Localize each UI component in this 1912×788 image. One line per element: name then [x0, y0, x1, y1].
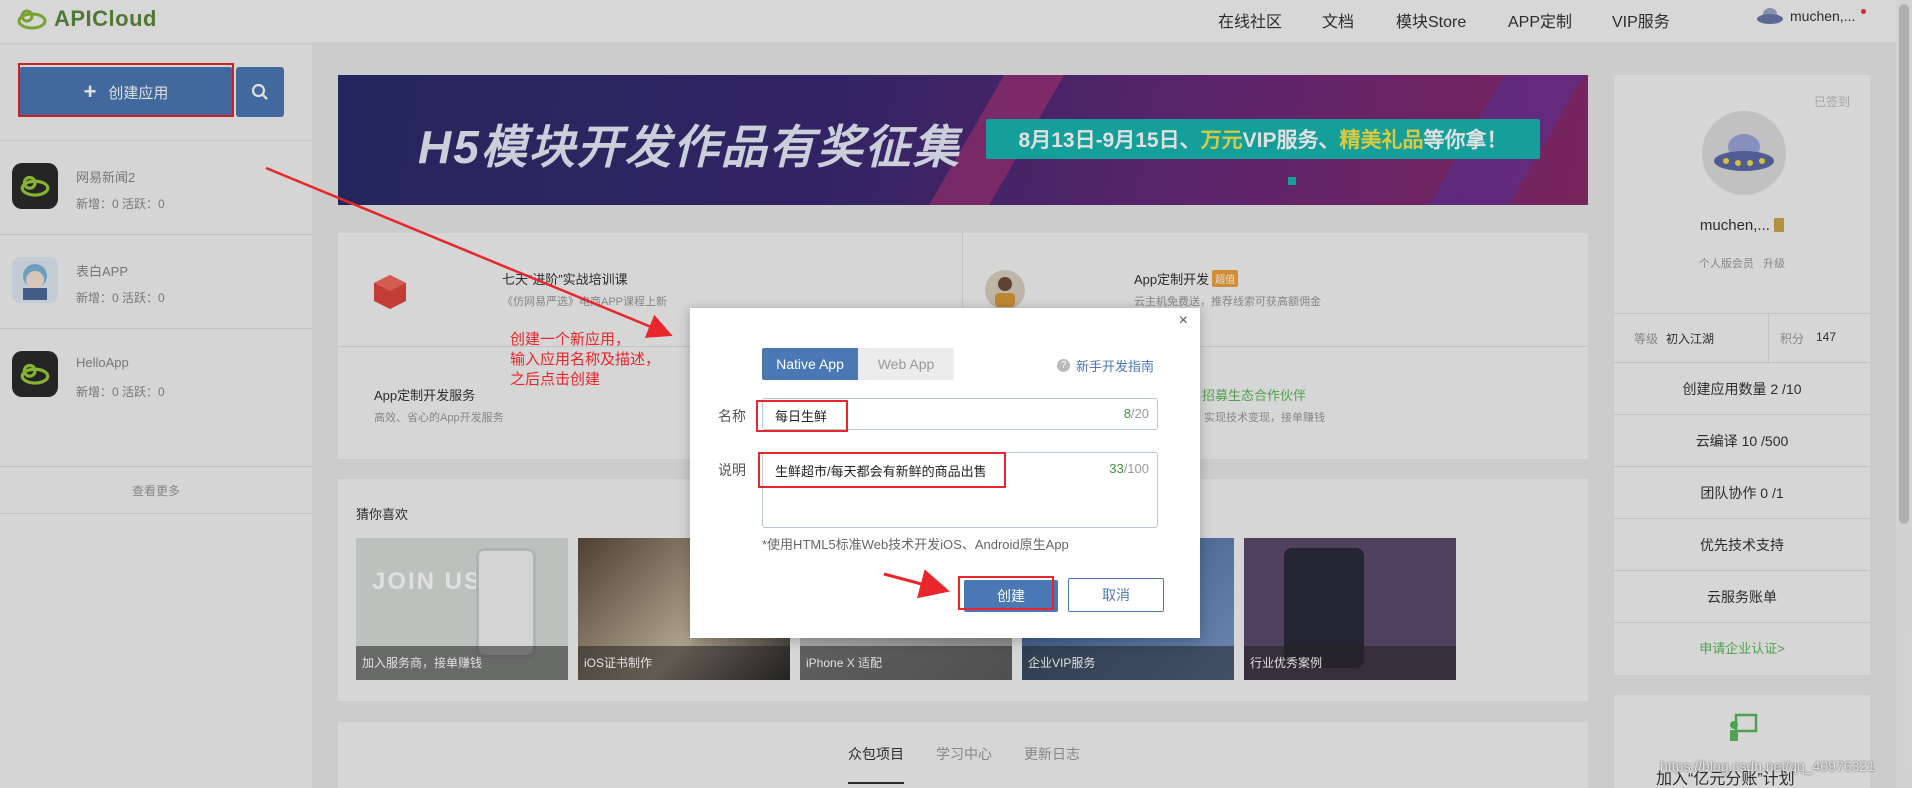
annotation-line: 创建一个新应用，: [510, 331, 631, 348]
guide-text: 新手开发指南: [1075, 359, 1154, 374]
name-counter: 8/20: [1124, 406, 1149, 421]
highlight-desc-field: [758, 452, 1006, 488]
name-count: 8: [1123, 406, 1131, 421]
highlight-create-btn: [958, 576, 1054, 610]
desc-label: 说明: [718, 462, 746, 478]
cancel-button[interactable]: 取消: [1068, 578, 1164, 612]
highlight-name-field: [756, 400, 848, 432]
annotation-note: 创建一个新应用， 输入应用名称及描述， 之后点击创建: [510, 330, 660, 390]
name-max: /20: [1130, 406, 1149, 421]
annotation-line: 输入应用名称及描述，: [510, 351, 661, 368]
close-icon[interactable]: ×: [1179, 312, 1188, 330]
tab-web-app[interactable]: Web App: [858, 348, 954, 380]
annotation-line: 之后点击创建: [510, 371, 601, 388]
desc-count: 33: [1109, 461, 1124, 476]
desc-max: /100: [1123, 461, 1149, 476]
question-icon: ?: [1056, 359, 1070, 372]
name-label: 名称: [718, 408, 746, 424]
tech-hint: *使用HTML5标准Web技术开发iOS、Android原生App: [762, 537, 1069, 552]
dev-guide-link[interactable]: ? 新手开发指南: [1056, 356, 1154, 375]
app-type-toggle: Native App Web App: [762, 348, 954, 380]
desc-counter: 33/100: [1109, 461, 1149, 476]
tab-native-app[interactable]: Native App: [762, 348, 858, 380]
